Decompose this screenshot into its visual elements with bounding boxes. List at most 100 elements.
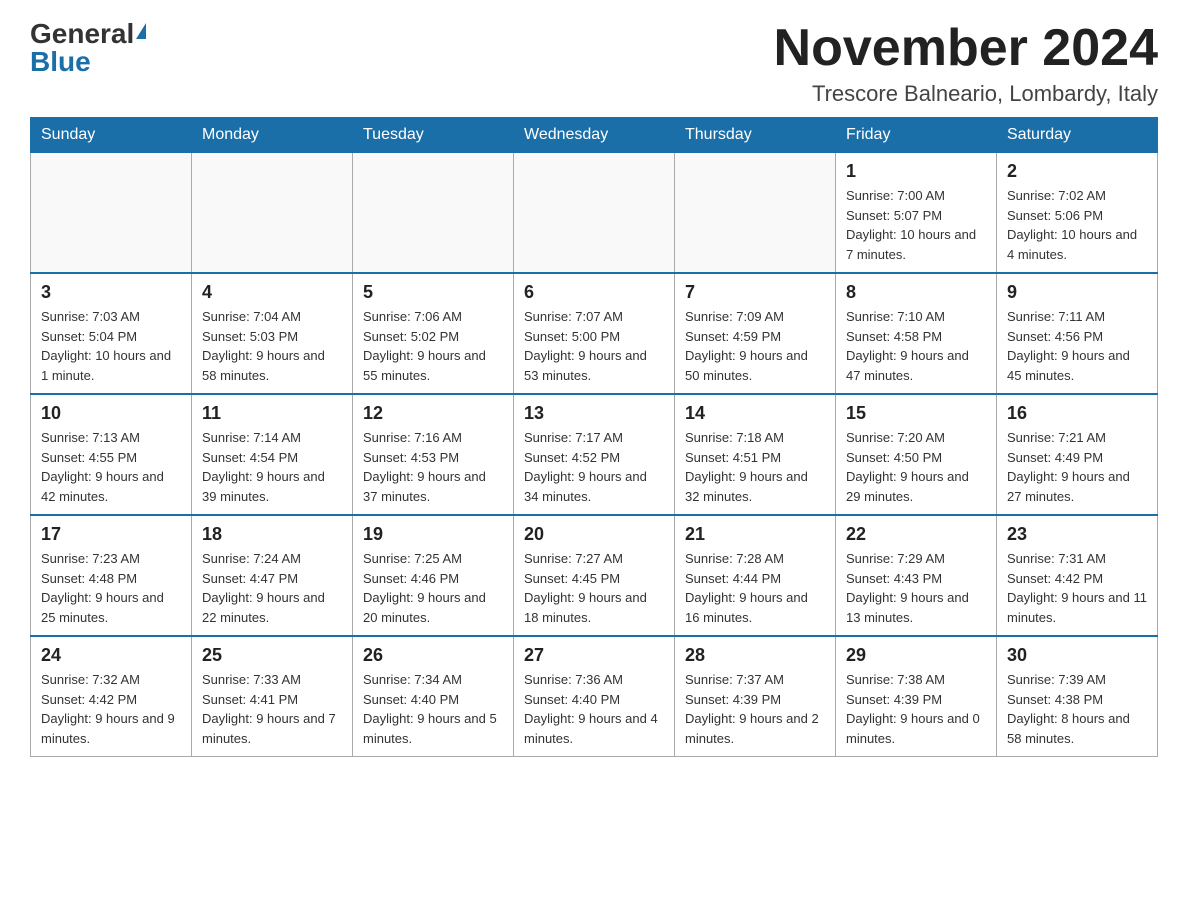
day-number: 28 [685,645,825,666]
calendar-cell: 4Sunrise: 7:04 AMSunset: 5:03 PMDaylight… [192,273,353,394]
day-info: Sunrise: 7:13 AMSunset: 4:55 PMDaylight:… [41,428,181,506]
calendar-cell: 29 Sunrise: 7:38 AMSunset: 4:39 PMDayligh… [836,636,997,757]
page-header: General Blue November 2024 Trescore Baln… [30,20,1158,107]
day-info: Sunrise: 7:27 AMSunset: 4:45 PMDaylight:… [524,549,664,627]
weekday-header-tuesday: Tuesday [353,118,514,153]
day-info: Sunrise: 7:16 AMSunset: 4:53 PMDaylight:… [363,428,503,506]
weekday-header-row: SundayMondayTuesdayWednesdayThursdayFrid… [31,118,1158,153]
day-number: 30 [1007,645,1147,666]
calendar-cell: 21 Sunrise: 7:28 AMSunset: 4:44 PMDayligh… [675,515,836,636]
day-info: Sunrise: 7:20 AMSunset: 4:50 PMDaylight:… [846,428,986,506]
day-number: 14 [685,403,825,424]
title-section: November 2024 Trescore Balneario, Lombar… [774,20,1158,107]
day-number: 11 [202,403,342,424]
calendar-cell: 18 Sunrise: 7:24 AMSunset: 4:47 PMDayligh… [192,515,353,636]
day-info: Sunrise: 7:29 AMSunset: 4:43 PMDaylight:… [846,549,986,627]
day-info: Sunrise: 7:37 AMSunset: 4:39 PMDaylight:… [685,670,825,748]
day-info: Sunrise: 7:38 AMSunset: 4:39 PMDaylight:… [846,670,986,748]
day-number: 6 [524,282,664,303]
weekday-header-saturday: Saturday [997,118,1158,153]
calendar-cell: 22Sunrise: 7:29 AMSunset: 4:43 PMDayligh… [836,515,997,636]
day-number: 3 [41,282,181,303]
day-number: 25 [202,645,342,666]
weekday-header-monday: Monday [192,118,353,153]
day-number: 8 [846,282,986,303]
calendar-cell [675,153,836,274]
day-info: Sunrise: 7:23 AMSunset: 4:48 PMDaylight:… [41,549,181,627]
calendar-cell: 16 Sunrise: 7:21 AMSunset: 4:49 PMDayligh… [997,394,1158,515]
calendar-cell: 6Sunrise: 7:07 AMSunset: 5:00 PMDaylight… [514,273,675,394]
day-number: 24 [41,645,181,666]
calendar-week-row-4: 17 Sunrise: 7:23 AMSunset: 4:48 PMDayligh… [31,515,1158,636]
calendar-cell: 9 Sunrise: 7:11 AMSunset: 4:56 PMDaylight… [997,273,1158,394]
calendar-cell: 30 Sunrise: 7:39 AMSunset: 4:38 PMDayligh… [997,636,1158,757]
calendar-cell: 28 Sunrise: 7:37 AMSunset: 4:39 PMDayligh… [675,636,836,757]
calendar-cell: 15 Sunrise: 7:20 AMSunset: 4:50 PMDayligh… [836,394,997,515]
day-info: Sunrise: 7:14 AMSunset: 4:54 PMDaylight:… [202,428,342,506]
calendar-cell: 3Sunrise: 7:03 AMSunset: 5:04 PMDaylight… [31,273,192,394]
day-info: Sunrise: 7:34 AMSunset: 4:40 PMDaylight:… [363,670,503,748]
day-info: Sunrise: 7:09 AMSunset: 4:59 PMDaylight:… [685,307,825,385]
day-number: 19 [363,524,503,545]
day-number: 29 [846,645,986,666]
day-number: 20 [524,524,664,545]
calendar-cell: 8 Sunrise: 7:10 AMSunset: 4:58 PMDaylight… [836,273,997,394]
day-number: 7 [685,282,825,303]
day-info: Sunrise: 7:24 AMSunset: 4:47 PMDaylight:… [202,549,342,627]
calendar-cell: 13Sunrise: 7:17 AMSunset: 4:52 PMDayligh… [514,394,675,515]
day-info: Sunrise: 7:21 AMSunset: 4:49 PMDaylight:… [1007,428,1147,506]
day-number: 12 [363,403,503,424]
calendar-cell: 14 Sunrise: 7:18 AMSunset: 4:51 PMDayligh… [675,394,836,515]
calendar-cell: 27 Sunrise: 7:36 AMSunset: 4:40 PMDayligh… [514,636,675,757]
calendar-cell: 10 Sunrise: 7:13 AMSunset: 4:55 PMDayligh… [31,394,192,515]
location-title: Trescore Balneario, Lombardy, Italy [774,81,1158,107]
day-info: Sunrise: 7:00 AMSunset: 5:07 PMDaylight:… [846,186,986,264]
calendar-week-row-1: 1Sunrise: 7:00 AMSunset: 5:07 PMDaylight… [31,153,1158,274]
weekday-header-sunday: Sunday [31,118,192,153]
day-number: 16 [1007,403,1147,424]
day-number: 10 [41,403,181,424]
day-info: Sunrise: 7:06 AMSunset: 5:02 PMDaylight:… [363,307,503,385]
day-info: Sunrise: 7:39 AMSunset: 4:38 PMDaylight:… [1007,670,1147,748]
calendar-week-row-2: 3Sunrise: 7:03 AMSunset: 5:04 PMDaylight… [31,273,1158,394]
day-info: Sunrise: 7:36 AMSunset: 4:40 PMDaylight:… [524,670,664,748]
month-title: November 2024 [774,20,1158,77]
calendar-cell: 11 Sunrise: 7:14 AMSunset: 4:54 PMDayligh… [192,394,353,515]
weekday-header-wednesday: Wednesday [514,118,675,153]
calendar-cell: 2 Sunrise: 7:02 AMSunset: 5:06 PMDaylight… [997,153,1158,274]
day-number: 18 [202,524,342,545]
weekday-header-friday: Friday [836,118,997,153]
calendar-cell [514,153,675,274]
day-info: Sunrise: 7:10 AMSunset: 4:58 PMDaylight:… [846,307,986,385]
day-info: Sunrise: 7:11 AMSunset: 4:56 PMDaylight:… [1007,307,1147,385]
day-number: 17 [41,524,181,545]
day-number: 13 [524,403,664,424]
calendar-cell: 25 Sunrise: 7:33 AMSunset: 4:41 PMDayligh… [192,636,353,757]
calendar-cell: 20 Sunrise: 7:27 AMSunset: 4:45 PMDayligh… [514,515,675,636]
day-info: Sunrise: 7:18 AMSunset: 4:51 PMDaylight:… [685,428,825,506]
calendar-cell: 23Sunrise: 7:31 AMSunset: 4:42 PMDayligh… [997,515,1158,636]
day-number: 2 [1007,161,1147,182]
day-number: 5 [363,282,503,303]
day-number: 4 [202,282,342,303]
calendar-cell [31,153,192,274]
calendar-cell: 17 Sunrise: 7:23 AMSunset: 4:48 PMDayligh… [31,515,192,636]
day-number: 9 [1007,282,1147,303]
day-info: Sunrise: 7:02 AMSunset: 5:06 PMDaylight:… [1007,186,1147,264]
calendar-cell: 12 Sunrise: 7:16 AMSunset: 4:53 PMDayligh… [353,394,514,515]
day-number: 15 [846,403,986,424]
day-number: 26 [363,645,503,666]
day-number: 27 [524,645,664,666]
logo-blue-text: Blue [30,48,91,76]
day-info: Sunrise: 7:33 AMSunset: 4:41 PMDaylight:… [202,670,342,748]
day-info: Sunrise: 7:31 AMSunset: 4:42 PMDaylight:… [1007,549,1147,627]
calendar-week-row-3: 10 Sunrise: 7:13 AMSunset: 4:55 PMDayligh… [31,394,1158,515]
day-number: 21 [685,524,825,545]
day-info: Sunrise: 7:28 AMSunset: 4:44 PMDaylight:… [685,549,825,627]
logo: General Blue [30,20,146,76]
weekday-header-thursday: Thursday [675,118,836,153]
calendar-cell: 5 Sunrise: 7:06 AMSunset: 5:02 PMDaylight… [353,273,514,394]
logo-general-text: General [30,20,134,48]
calendar-cell [353,153,514,274]
day-info: Sunrise: 7:32 AMSunset: 4:42 PMDaylight:… [41,670,181,748]
